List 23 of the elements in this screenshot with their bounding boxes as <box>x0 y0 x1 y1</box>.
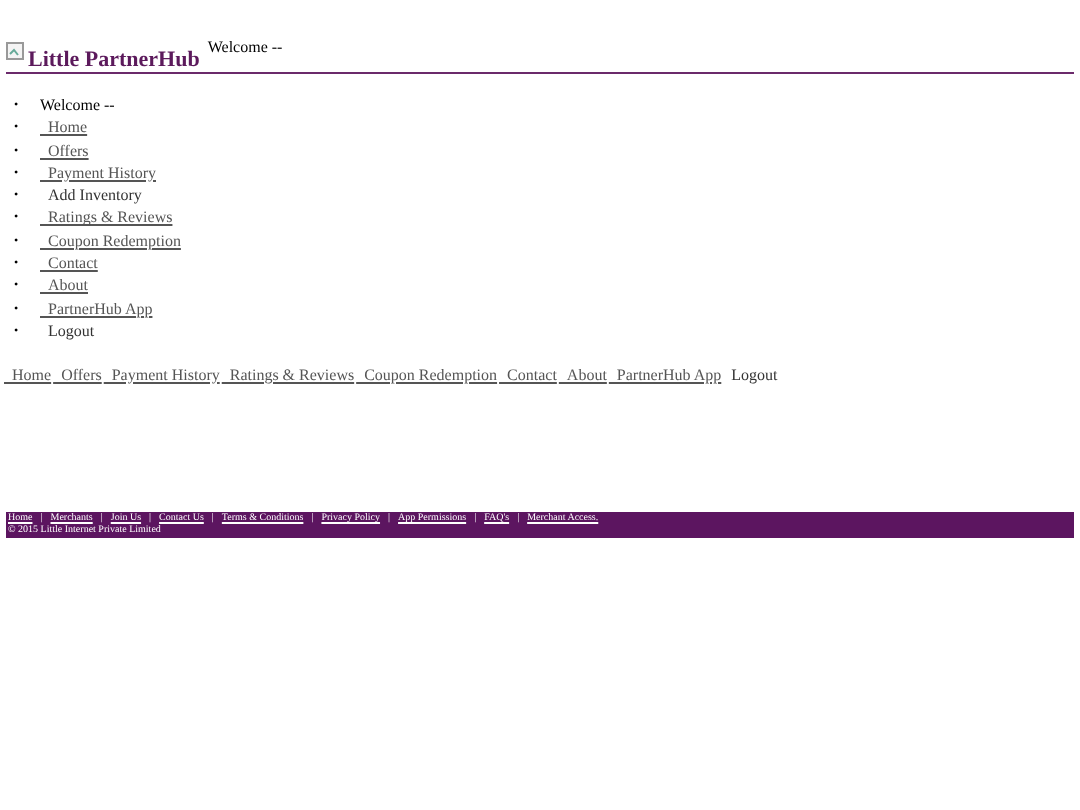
menu-text: Logout <box>46 323 95 340</box>
broken-image-icon <box>6 42 24 60</box>
welcome-text: Welcome -- <box>207 40 283 56</box>
menu-link[interactable]: Offers <box>40 143 89 160</box>
menu-link[interactable]: About <box>558 367 607 384</box>
menu-text: Welcome -- <box>40 98 115 114</box>
menu-link[interactable]: Ratings & Reviews <box>40 210 173 227</box>
menu-link[interactable]: Payment History <box>40 165 156 182</box>
menu-link[interactable]: Ratings & Reviews <box>221 367 355 384</box>
menu-link[interactable]: Offers <box>53 367 102 384</box>
menu-link[interactable]: Contact <box>40 256 98 273</box>
menu-link[interactable]: About <box>40 278 88 295</box>
menu-link[interactable]: Coupon Redemption <box>356 367 498 384</box>
logo-text: Little PartnerHub <box>28 50 200 72</box>
menu-link[interactable]: Home <box>40 120 88 137</box>
menu-link[interactable]: Home <box>4 367 52 384</box>
menu-link[interactable]: Coupon Redemption <box>40 233 181 250</box>
menu-text: Logout <box>729 367 778 384</box>
menu-link[interactable]: Payment History <box>103 367 220 384</box>
menu-link[interactable]: PartnerHub App <box>608 367 722 384</box>
menu-text: Add Inventory <box>46 188 142 205</box>
menu-link[interactable]: Contact <box>499 367 557 384</box>
menu-link[interactable]: PartnerHub App <box>40 301 153 318</box>
